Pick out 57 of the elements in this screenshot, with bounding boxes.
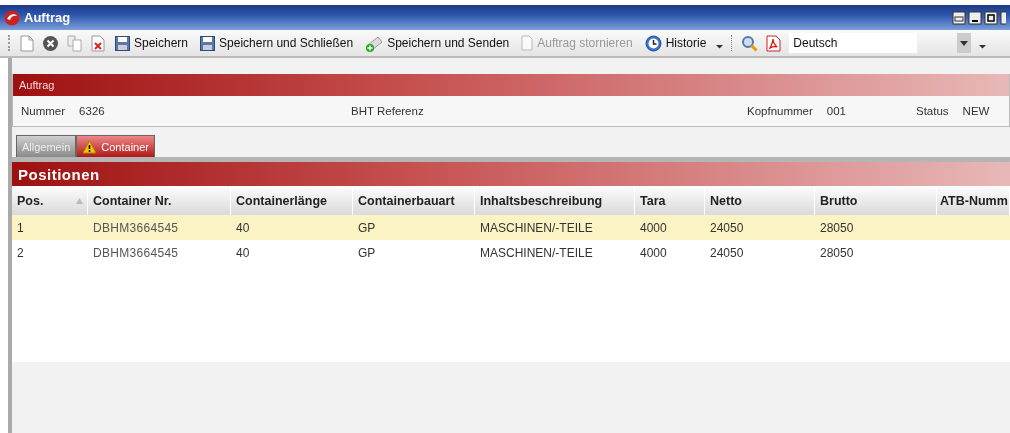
send-icon: [365, 34, 384, 52]
field-value: NEW: [962, 105, 990, 117]
column-header[interactable]: Pos.: [12, 186, 88, 215]
table-cell: MASCHINEN/-TEILE: [480, 245, 593, 260]
cancel-icon[interactable]: [42, 34, 59, 52]
clock-icon: [644, 34, 662, 52]
sort-arrow-icon: [76, 197, 83, 204]
toolbar-button[interactable]: Speichern und Senden: [363, 34, 512, 52]
field-label: Status: [916, 105, 949, 117]
search-icon[interactable]: [741, 34, 759, 52]
field-label: Kopfnummer: [746, 105, 813, 117]
column-header[interactable]: Brutto: [815, 186, 937, 215]
table-cell: 40: [236, 245, 250, 260]
minimize-icon[interactable]: [968, 10, 982, 25]
pdf-icon[interactable]: [766, 34, 782, 52]
toolbar-button[interactable]: Speichern: [113, 35, 191, 51]
tab[interactable]: Container: [76, 135, 155, 157]
table-cell: 2: [17, 245, 24, 260]
table-cell: 24050: [710, 220, 744, 235]
field-label: BHT Referenz: [351, 105, 424, 117]
toolbar-button[interactable]: Historie: [642, 34, 709, 52]
section-header: Positionen: [12, 162, 1010, 186]
column-header[interactable]: Inhaltsbeschreibung: [475, 186, 635, 215]
table-cell: GP: [358, 245, 376, 260]
table-cell: DBHM3664545: [93, 220, 179, 235]
field-value: 001: [826, 105, 846, 117]
table-cell: MASCHINEN/-TEILE: [480, 220, 593, 235]
print-icon[interactable]: [952, 10, 966, 25]
table-cell: 1: [17, 220, 24, 235]
app-logo-icon: [4, 9, 20, 26]
field-label: Nummer: [21, 105, 66, 117]
column-header[interactable]: ATB-Numm: [937, 186, 1010, 215]
column-header[interactable]: Netto: [705, 186, 815, 215]
dropdown-button[interactable]: [957, 33, 972, 53]
table-cell: 24050: [710, 245, 744, 260]
table-cell: GP: [358, 220, 376, 235]
delete-icon[interactable]: [91, 34, 105, 52]
field-value: 6326: [79, 105, 105, 117]
column-header[interactable]: Containerbauart: [353, 186, 475, 215]
column-header[interactable]: Tara: [635, 186, 705, 215]
table-cell: DBHM3664545: [93, 245, 179, 260]
table-row[interactable]: 1 DBHM3664545 40 GP MASCHINEN/-TEILE 4000 24050 28050: [12, 215, 1010, 240]
table-cell: 4000: [640, 220, 667, 235]
toolbar-button[interactable]: Speichern und Schließen: [198, 35, 356, 51]
section-header: Auftrag: [13, 74, 1009, 96]
table-cell: 28050: [820, 245, 854, 260]
table-cell: 40: [236, 220, 250, 235]
column-header[interactable]: Containerlänge: [231, 186, 353, 215]
window-title: Auftrag: [24, 10, 72, 25]
table-cell: 4000: [640, 245, 667, 260]
table-cell: 28050: [820, 220, 854, 235]
table-row[interactable]: 2 DBHM3664545 40 GP MASCHINEN/-TEILE 4000 24050 28050: [12, 240, 1010, 265]
maximize-icon[interactable]: [984, 10, 998, 25]
document-icon: [521, 35, 534, 51]
column-header[interactable]: Container Nr.: [88, 186, 231, 215]
caret-icon: [960, 40, 969, 46]
language-select[interactable]: Deutsch: [789, 33, 918, 53]
